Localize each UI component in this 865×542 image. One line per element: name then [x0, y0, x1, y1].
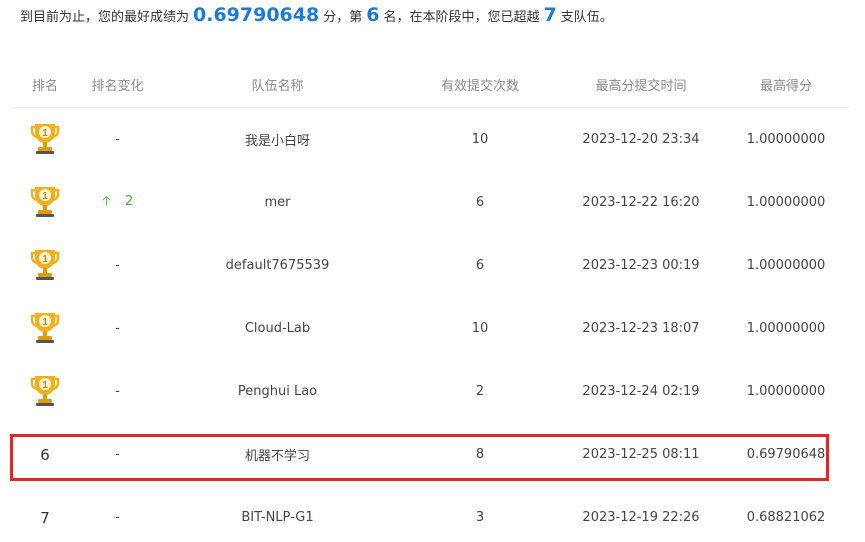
cell-change: - — [80, 258, 155, 273]
header-team: 队伍名称 — [251, 79, 304, 94]
cell-time: 2023-12-22 16:20 — [582, 195, 700, 210]
cell-time: 2023-12-23 18:07 — [582, 321, 700, 336]
best-score-summary: 到目前为止，您的最好成绩为 0.69790648 分，第 6 名，在本阶段中，您… — [20, 4, 613, 32]
table-row: 1 - default7675539 6 2023-12-23 00:19 1.00000… — [10, 234, 850, 297]
svg-text:1: 1 — [42, 191, 48, 202]
table-row: 1 - 我是小白呀 10 2023-12-20 23:34 1.00000000 — [10, 108, 850, 171]
rank-change: - — [115, 384, 120, 399]
cell-time: 2023-12-20 23:34 — [582, 132, 700, 147]
cell-team: 我是小白呀 — [244, 134, 310, 149]
header-time: 最高分提交时间 — [595, 79, 687, 94]
trophy-icon: 1 — [30, 375, 60, 406]
rank-change: - — [115, 510, 120, 525]
cell-submissions: 10 — [471, 321, 489, 336]
cell-team: default7675539 — [225, 258, 330, 273]
cell-rank: 1 — [10, 184, 80, 222]
cell-score: 1.00000000 — [746, 132, 826, 147]
table-row: 1 🡡 2 mer 6 2023-12-22 16:20 1.00000000 — [10, 171, 850, 234]
svg-text:1: 1 — [42, 380, 48, 391]
summary-mid2: 名，在本阶段中，您已超越 — [383, 10, 540, 25]
trophy-icon: 1 — [30, 123, 60, 154]
cell-submissions: 10 — [471, 132, 489, 147]
cell-rank: 1 — [10, 121, 80, 159]
own-team-highlight — [10, 434, 829, 481]
rank-change-up: 🡡 2 — [102, 194, 134, 209]
cell-time: 2023-12-24 02:19 — [582, 384, 700, 399]
svg-text:1: 1 — [42, 317, 48, 328]
cell-time: 2023-12-23 00:19 — [582, 258, 700, 273]
rank-change: - — [115, 321, 120, 336]
best-score-value: 0.69790648 — [193, 4, 320, 26]
cell-score: 1.00000000 — [746, 195, 826, 210]
cell-change: - — [80, 132, 155, 147]
cell-team: mer — [264, 195, 291, 210]
svg-text:1: 1 — [42, 128, 48, 139]
summary-prefix: 到目前为止，您的最好成绩为 — [20, 10, 190, 25]
arrow-up-icon: 🡡 — [101, 193, 112, 209]
cell-submissions: 6 — [475, 258, 485, 273]
rank-number: 7 — [40, 508, 50, 527]
cell-team: Cloud-Lab — [244, 321, 311, 336]
header-change: 排名变化 — [91, 79, 144, 94]
table-row: 1 - Cloud-Lab 10 2023-12-23 18:07 1.00000000 — [10, 297, 850, 360]
cell-time: 2023-12-19 22:26 — [582, 510, 700, 525]
table-row: 1 - Penghui Lao 2 2023-12-24 02:19 1.00000000 — [10, 360, 850, 423]
cell-change: - — [80, 510, 155, 525]
trophy-icon: 1 — [30, 249, 60, 280]
header-score: 最高得分 — [759, 79, 812, 94]
teams-beaten-value: 7 — [543, 4, 557, 26]
rank-change: - — [115, 132, 120, 147]
cell-team: Penghui Lao — [237, 384, 318, 399]
cell-rank: 7 — [10, 509, 80, 527]
cell-score: 1.00000000 — [746, 258, 826, 273]
cell-change: - — [80, 384, 155, 399]
current-rank-value: 6 — [366, 4, 380, 26]
table-header: 排名 排名变化 队伍名称 有效提交次数 最高分提交时间 最高得分 — [10, 62, 850, 108]
cell-rank: 1 — [10, 247, 80, 285]
cell-submissions: 6 — [475, 195, 485, 210]
cell-submissions: 2 — [475, 384, 485, 399]
cell-score: 1.00000000 — [746, 384, 826, 399]
header-rank: 排名 — [31, 79, 58, 94]
header-submissions: 有效提交次数 — [440, 79, 519, 94]
cell-team: BIT-NLP-G1 — [241, 510, 314, 525]
cell-score: 1.00000000 — [746, 321, 826, 336]
table-row: 7 - BIT-NLP-G1 3 2023-12-19 22:26 0.68821062 — [10, 486, 850, 542]
cell-rank: 1 — [10, 310, 80, 348]
cell-submissions: 3 — [475, 510, 485, 525]
svg-text:1: 1 — [42, 254, 48, 265]
cell-rank: 1 — [10, 373, 80, 411]
cell-change: - — [80, 321, 155, 336]
summary-mid1: 分，第 — [323, 10, 363, 25]
trophy-icon: 1 — [30, 312, 60, 343]
summary-suffix: 支队伍。 — [560, 10, 613, 25]
trophy-icon: 1 — [30, 186, 60, 217]
cell-change: 🡡 2 — [80, 192, 155, 214]
rank-change: - — [115, 258, 120, 273]
cell-score: 0.68821062 — [746, 510, 826, 525]
rank-change-value: 2 — [125, 193, 134, 209]
